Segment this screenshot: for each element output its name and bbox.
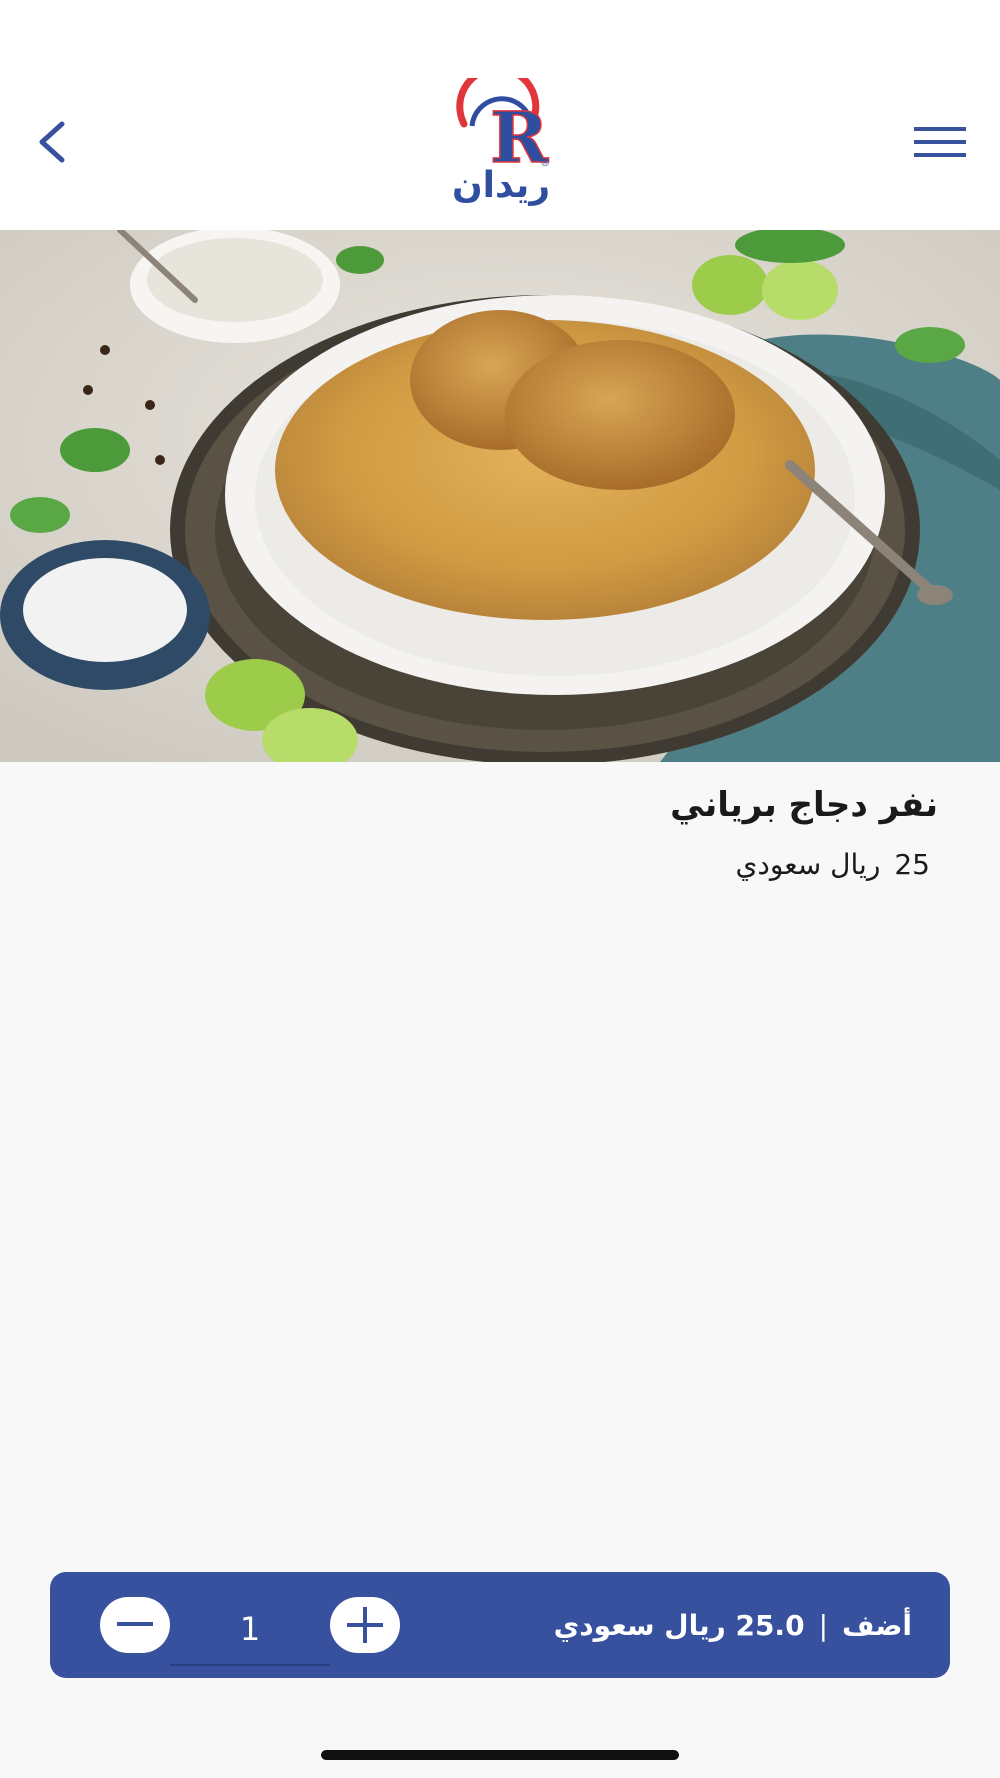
product-detail-screen: R R ® ريدان نفر دجاج برياني 25 ريال سعود… — [0, 0, 1000, 1778]
logo-r-mark: R R ® — [456, 65, 550, 180]
quantity-input[interactable]: 1 — [170, 1594, 330, 1666]
chevron-left-icon — [39, 121, 65, 163]
separator: | — [818, 1608, 828, 1642]
price-value: 25 — [894, 848, 930, 881]
hamburger-menu-icon — [914, 127, 966, 157]
increase-quantity-button[interactable] — [330, 1597, 400, 1653]
brand-logo: R R ® ريدان — [416, 65, 586, 206]
product-name: نفر دجاج برياني — [670, 785, 938, 825]
product-price: 25 ريال سعودي — [735, 848, 930, 881]
price-currency: ريال سعودي — [735, 848, 881, 881]
biryani-photo — [0, 230, 1000, 762]
back-button[interactable] — [22, 112, 82, 172]
logo-wordmark: ريدان — [451, 165, 551, 206]
cart-total: 25.0 ريال سعودي — [553, 1608, 805, 1642]
home-indicator — [321, 1750, 679, 1760]
plus-icon — [347, 1607, 383, 1643]
app-header: R R ® ريدان — [0, 0, 1000, 230]
add-to-cart-button[interactable]: أضف | 25.0 ريال سعودي — [554, 1602, 912, 1648]
minus-icon — [117, 1622, 153, 1626]
product-image — [0, 230, 1000, 762]
menu-button[interactable] — [902, 112, 978, 172]
add-to-cart-bar: 1 أضف | 25.0 ريال سعودي — [50, 1572, 950, 1678]
decrease-quantity-button[interactable] — [100, 1597, 170, 1653]
add-label: أضف — [842, 1608, 912, 1642]
